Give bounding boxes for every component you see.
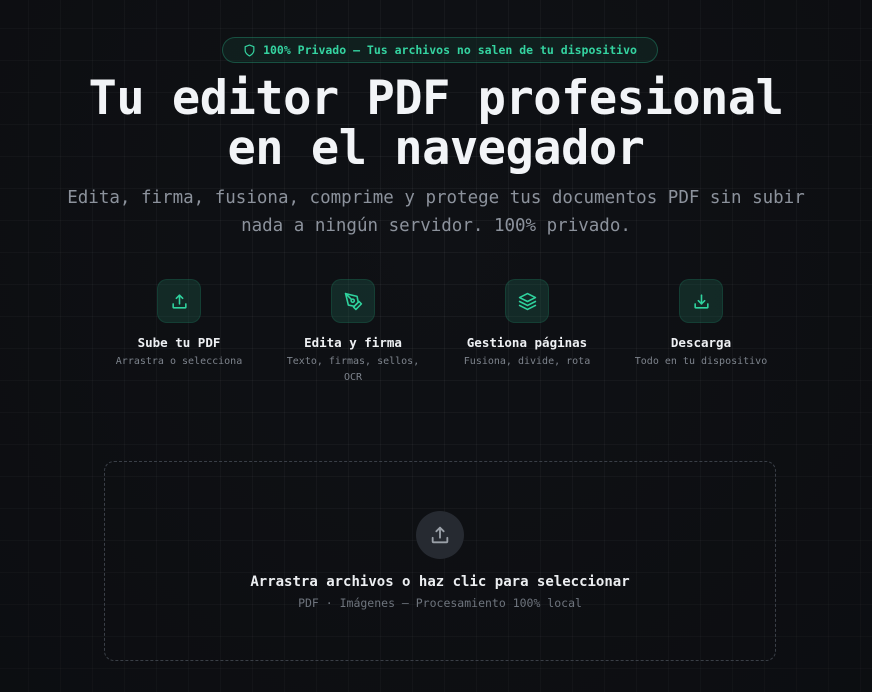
upload-icon <box>171 293 187 309</box>
privacy-badge-text: 100% Privado — Tus archivos no salen de … <box>263 43 637 57</box>
feature-desc: Arrastra o selecciona <box>115 356 243 367</box>
feature-list: Sube tu PDF Arrastra o selecciona Edita … <box>92 279 788 386</box>
page-title: Tu editor PDF profesional en el navegado… <box>0 74 872 174</box>
feature-title: Edita y firma <box>304 335 402 350</box>
pen-tool-icon <box>344 292 362 310</box>
feature-upload: Sube tu PDF Arrastra o selecciona <box>92 279 266 386</box>
feature-download: Descarga Todo en tu dispositivo <box>614 279 788 386</box>
upload-icon <box>431 526 449 544</box>
feature-icon-box <box>157 279 201 323</box>
dropzone-title: Arrastra archivos o haz clic para selecc… <box>250 574 630 590</box>
download-icon <box>693 293 709 309</box>
landing-page: 100% Privado — Tus archivos no salen de … <box>0 0 872 692</box>
privacy-badge: 100% Privado — Tus archivos no salen de … <box>222 37 658 63</box>
feature-desc: Texto, firmas, sellos, OCR <box>286 356 420 383</box>
feature-desc: Fusiona, divide, rota <box>463 356 591 367</box>
feature-manage-pages: Gestiona páginas Fusiona, divide, rota <box>440 279 614 386</box>
dropzone-subtitle: PDF · Imágenes — Procesamiento 100% loca… <box>298 596 582 610</box>
feature-icon-box <box>679 279 723 323</box>
feature-title: Descarga <box>670 335 732 350</box>
page-subtitle-line-2: nada a ningún servidor. 100% privado. <box>241 216 631 236</box>
feature-icon-box <box>505 279 549 323</box>
page-subtitle: Edita, firma, fusiona, comprime y proteg… <box>40 184 832 240</box>
feature-desc: Todo en tu dispositivo <box>634 356 768 367</box>
feature-icon-box <box>331 279 375 323</box>
page-title-line-1: Tu editor PDF profesional <box>88 71 784 126</box>
file-dropzone[interactable]: Arrastra archivos o haz clic para selecc… <box>104 461 776 661</box>
feature-title: Gestiona páginas <box>466 335 588 350</box>
dropzone-upload-button[interactable] <box>416 511 464 559</box>
feature-title: Sube tu PDF <box>137 335 221 350</box>
page-title-line-2: en el navegador <box>227 121 645 176</box>
page-subtitle-line-1: Edita, firma, fusiona, comprime y proteg… <box>67 188 805 208</box>
feature-edit-sign: Edita y firma Texto, firmas, sellos, OCR <box>266 279 440 386</box>
layers-icon <box>518 292 536 310</box>
shield-icon <box>244 43 255 57</box>
